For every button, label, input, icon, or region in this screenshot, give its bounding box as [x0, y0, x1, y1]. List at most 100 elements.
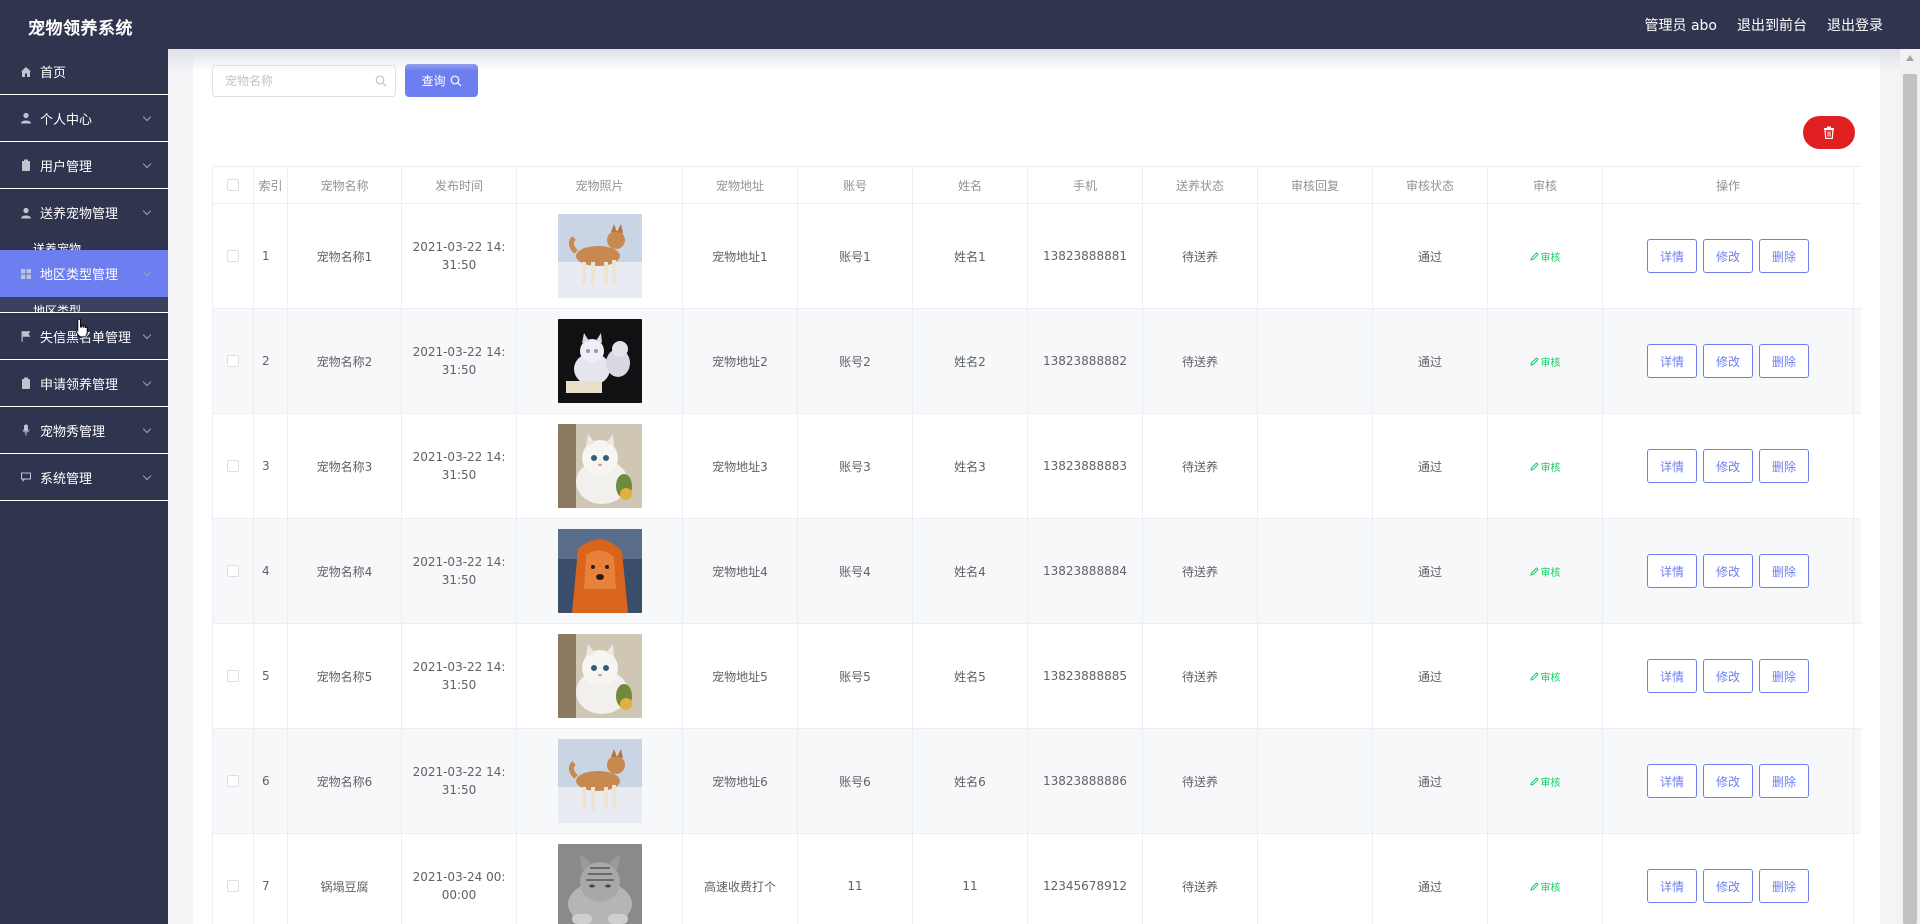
name-cell: 11: [913, 834, 1028, 924]
chevron-down-icon: [142, 112, 152, 122]
pet-name-cell: 宠物名称5: [288, 624, 402, 728]
row-select-cell: [213, 414, 254, 518]
edit-button[interactable]: 修改: [1703, 659, 1753, 693]
header-cell: 宠物照片: [517, 167, 683, 203]
vertical-scrollbar[interactable]: [1900, 49, 1920, 924]
row-checkbox[interactable]: [227, 880, 239, 892]
pet-address-cell: 宠物地址3: [683, 414, 798, 518]
edit-button[interactable]: 修改: [1703, 554, 1753, 588]
pet-photo[interactable]: [557, 634, 642, 718]
pet-photo[interactable]: [557, 844, 642, 924]
audit-link[interactable]: 审核: [1529, 564, 1561, 579]
sidebar-item-label: 用户管理: [40, 159, 93, 175]
detail-button[interactable]: 详情: [1647, 764, 1697, 798]
audit-link[interactable]: 审核: [1529, 774, 1561, 789]
delete-button[interactable]: 删除: [1759, 449, 1809, 483]
phone-cell: 13823888882: [1028, 309, 1143, 413]
audit-link-label: 审核: [1540, 357, 1561, 369]
detail-button[interactable]: 详情: [1647, 554, 1697, 588]
pet-photo[interactable]: [557, 739, 642, 823]
publish-time-cell: 2021-03-22 14:31:50: [402, 414, 517, 518]
header-cell: 姓名: [913, 167, 1028, 203]
delete-button[interactable]: 删除: [1759, 554, 1809, 588]
edit-icon: [1529, 566, 1539, 576]
sidebar-item-label: 送养宠物管理: [40, 207, 119, 222]
sidebar-item-adoption-application[interactable]: 申请领养管理: [0, 360, 168, 407]
detail-button[interactable]: 详情: [1647, 449, 1697, 483]
sidebar-item-personal-center[interactable]: 个人中心: [0, 95, 168, 142]
delete-button[interactable]: 删除: [1759, 659, 1809, 693]
header-cell: 账号: [798, 167, 913, 203]
scrollbar-thumb[interactable]: [1903, 74, 1917, 924]
delete-button[interactable]: 删除: [1759, 869, 1809, 903]
rehoming-state-cell: 待送养: [1143, 309, 1258, 413]
edit-button[interactable]: 修改: [1703, 449, 1753, 483]
row-select-cell: [213, 204, 254, 308]
exit-to-front-link[interactable]: 退出到前台: [1737, 15, 1807, 35]
sidebar-item-system[interactable]: 系统管理: [0, 454, 168, 501]
pet-photo[interactable]: [557, 529, 642, 613]
row-checkbox[interactable]: [227, 355, 239, 367]
row-checkbox[interactable]: [227, 565, 239, 577]
phone-cell: 13823888883: [1028, 414, 1143, 518]
header-cell: 审核状态: [1373, 167, 1488, 203]
content-card: 查询 索引 宠物名称 发布时间 宠物照片 宠物地址 账号 姓名 手机 送养状态 …: [193, 49, 1880, 924]
operations-cell: 详情 修改 删除: [1603, 519, 1854, 623]
batch-delete-button[interactable]: [1803, 116, 1855, 149]
edit-button[interactable]: 修改: [1703, 764, 1753, 798]
audit-reply-cell: [1258, 729, 1373, 833]
pet-photo[interactable]: [557, 319, 642, 403]
sidebar-item-user-management[interactable]: 用户管理: [0, 142, 168, 189]
chevron-down-icon: [142, 206, 152, 216]
header-cell: 审核回复: [1258, 167, 1373, 203]
scroll-up-arrow-icon[interactable]: [1906, 55, 1914, 61]
detail-button[interactable]: 详情: [1647, 239, 1697, 273]
detail-button[interactable]: 详情: [1647, 869, 1697, 903]
row-checkbox[interactable]: [227, 670, 239, 682]
publish-time-text: 2021-03-22 14:31:50: [412, 240, 506, 272]
audit-cell: 审核: [1488, 519, 1603, 623]
delete-button[interactable]: 删除: [1759, 344, 1809, 378]
delete-button[interactable]: 删除: [1759, 239, 1809, 273]
audit-link[interactable]: 审核: [1529, 879, 1561, 894]
sidebar-item-pet-show[interactable]: 宠物秀管理: [0, 407, 168, 454]
detail-button[interactable]: 详情: [1647, 344, 1697, 378]
operations-cell: 详情 修改 删除: [1603, 309, 1854, 413]
microphone-icon: [20, 424, 32, 436]
audit-cell: 审核: [1488, 414, 1603, 518]
edit-icon: [1529, 356, 1539, 366]
header-actions: 管理员 abo 退出到前台 退出登录: [1645, 15, 1883, 35]
edit-button[interactable]: 修改: [1703, 869, 1753, 903]
select-all-checkbox[interactable]: [227, 179, 239, 191]
edit-button[interactable]: 修改: [1703, 239, 1753, 273]
chevron-down-icon: [142, 471, 152, 481]
row-checkbox[interactable]: [227, 460, 239, 472]
pet-address-cell: 宠物地址6: [683, 729, 798, 833]
audit-link[interactable]: 审核: [1529, 249, 1561, 264]
edit-button[interactable]: 修改: [1703, 344, 1753, 378]
pet-photo[interactable]: [557, 214, 642, 298]
audit-link[interactable]: 审核: [1529, 459, 1561, 474]
audit-link[interactable]: 审核: [1529, 669, 1561, 684]
delete-button[interactable]: 删除: [1759, 764, 1809, 798]
audit-link-label: 审核: [1540, 567, 1561, 579]
pet-photo[interactable]: [557, 424, 642, 508]
name-cell: 姓名4: [913, 519, 1028, 623]
submenu-item-region-type[interactable]: 地区类型: [0, 297, 168, 313]
header-cell: 审核: [1488, 167, 1603, 203]
row-checkbox[interactable]: [227, 250, 239, 262]
logout-link[interactable]: 退出登录: [1827, 15, 1883, 35]
sidebar-item-pet-rehoming[interactable]: 送养宠物管理: [0, 189, 168, 236]
pet-name-cell: 宠物名称3: [288, 414, 402, 518]
sidebar-item-label: 系统管理: [40, 471, 93, 487]
rehoming-state-cell: 待送养: [1143, 834, 1258, 924]
row-checkbox[interactable]: [227, 775, 239, 787]
sidebar-item-region-type[interactable]: 地区类型管理: [0, 250, 168, 297]
name-cell: 姓名3: [913, 414, 1028, 518]
table-row: 2 宠物名称2 2021-03-22 14:31:50 宠物地址2 账号2 姓名2 1382…: [213, 309, 1861, 414]
audit-link[interactable]: 审核: [1529, 354, 1561, 369]
detail-button[interactable]: 详情: [1647, 659, 1697, 693]
submenu-item-pet-rehoming[interactable]: 送养宠物: [0, 236, 168, 250]
account-cell: 账号6: [798, 729, 913, 833]
sidebar-item-home[interactable]: 首页: [0, 49, 168, 95]
